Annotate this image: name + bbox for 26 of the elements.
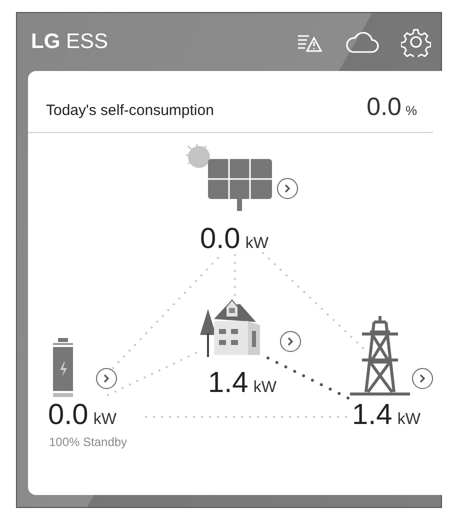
battery-status: 100% Standby <box>49 435 128 449</box>
unit-label: kW <box>245 235 268 253</box>
power-value: 1.4 <box>352 399 392 432</box>
details-button[interactable] <box>412 368 433 389</box>
details-button[interactable] <box>96 368 117 389</box>
battery-icon <box>52 338 74 398</box>
summary-label: Today's self-consumption <box>46 102 215 119</box>
chevron-right-icon <box>287 337 294 346</box>
unit-label: kW <box>397 411 420 429</box>
unit-label: kW <box>253 379 276 397</box>
chevron-right-icon <box>284 184 291 193</box>
cloud-icon[interactable] <box>345 30 379 54</box>
unit-label: kW <box>93 411 116 429</box>
unit-label: % <box>405 103 417 118</box>
details-button[interactable] <box>280 331 301 352</box>
chevron-right-icon <box>419 374 426 383</box>
settings-icon[interactable] <box>401 27 431 57</box>
power-value: 0.0 <box>200 223 240 256</box>
solar-panel-icon <box>183 141 273 213</box>
details-button[interactable] <box>277 178 298 199</box>
power-pylon-icon <box>350 314 410 396</box>
app-title: LG ESS <box>31 30 110 54</box>
chevron-right-icon <box>103 374 110 383</box>
power-value: 0.0 <box>48 399 88 432</box>
summary-value: 0.0 <box>366 93 402 122</box>
power-value: 1.4 <box>208 367 248 400</box>
